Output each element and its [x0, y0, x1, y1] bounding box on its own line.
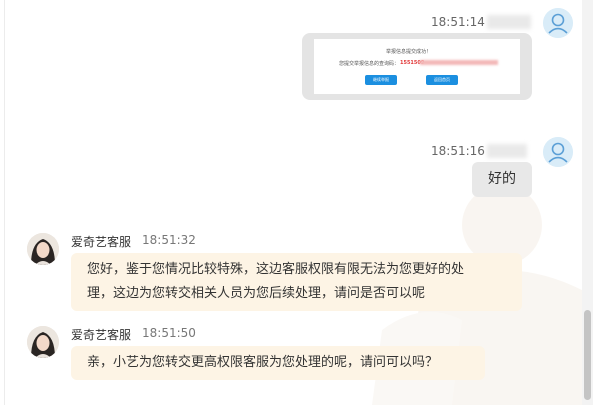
user-message-bubble: 好的 — [472, 162, 532, 197]
scrollbar-thumb[interactable] — [584, 310, 591, 400]
agent-message-bubble: 亲，小艺为您转交更高权限客服为您处理的呢，请问可以吗？ — [71, 346, 485, 380]
screenshot-redacted — [420, 60, 498, 65]
message-time: 18:51:32 — [142, 233, 196, 247]
agent-name: 爱奇艺客服 — [71, 328, 132, 342]
redacted-username — [487, 15, 531, 29]
chat-window: 18:51:14 举报信息提交成功！ 您提交举报信息的查询码： 1551509 … — [4, 0, 582, 405]
user-avatar-icon — [543, 8, 573, 38]
screenshot-title: 举报信息提交成功！ — [386, 49, 432, 55]
redacted-username — [487, 144, 527, 158]
image-message[interactable]: 举报信息提交成功！ 您提交举报信息的查询码： 1551509 继续举报 返回首页 — [302, 33, 532, 100]
agent-avatar-icon — [27, 326, 59, 358]
message-time: 18:51:14 — [431, 15, 485, 29]
screenshot-home-button: 返回首页 — [426, 75, 458, 85]
agent-avatar-icon — [27, 233, 59, 265]
agent-message-line: 理，这边为您转交相关人员为您后续处理，请问是否可以呢 — [87, 286, 426, 301]
agent-message-bubble: 您好，鉴于您情况比较特殊，这边客服权限有限无法为您更好的处 理，这边为您转交相关… — [71, 253, 522, 311]
screenshot-query-label: 您提交举报信息的查询码： — [339, 61, 400, 67]
message-time: 18:51:16 — [431, 144, 485, 158]
screenshot-preview: 举报信息提交成功！ 您提交举报信息的查询码： 1551509 继续举报 返回首页 — [314, 39, 520, 94]
screenshot-continue-button: 继续举报 — [365, 75, 397, 85]
agent-message-line: 您好，鉴于您情况比较特殊，这边客服权限有限无法为您更好的处 — [87, 262, 465, 277]
agent-name: 爱奇艺客服 — [71, 235, 132, 249]
user-avatar-icon — [543, 137, 573, 167]
message-time: 18:51:50 — [142, 326, 196, 340]
